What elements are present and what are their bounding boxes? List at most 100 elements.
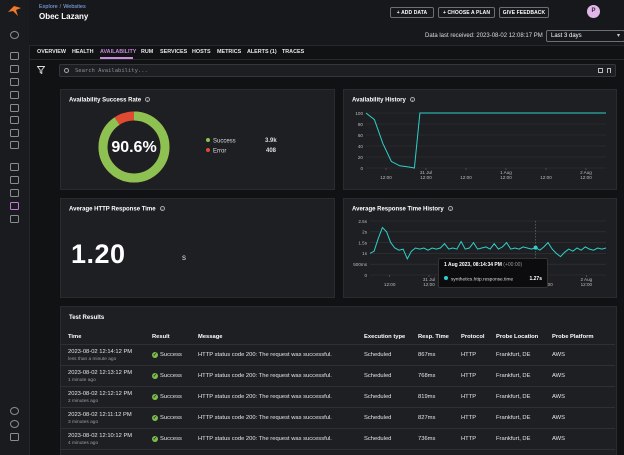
settings-nav-icon[interactable] [10, 141, 19, 149]
availability-history-chart: 10080604020012:0031 Jul12:00 12:001 Aug12… [355, 111, 606, 180]
dashboard-nav-icon[interactable] [10, 163, 19, 171]
donut-percent-label: 90.6% [111, 139, 156, 156]
table-header-row: Time Result Message Execution type Resp.… [60, 330, 615, 345]
resp-time-cell: 867ms [410, 344, 453, 366]
time-range-value: Last 3 days [551, 33, 582, 39]
table-row[interactable]: 2023-08-02 12:14:12 PM less than a minute… [60, 344, 615, 366]
location-cell: Frankfurt, DE [488, 386, 544, 408]
tab-availability[interactable]: AVAILABILITY [100, 49, 136, 55]
network-nav-icon[interactable] [10, 91, 19, 99]
add-data-button[interactable]: + ADD DATA [390, 7, 434, 18]
exec-type-cell: Scheduled [356, 407, 410, 429]
platform-cell: AWS [544, 428, 615, 450]
table-row[interactable]: 2023-08-02 12:10:12 PM 4 minutes ago ✓ Succ… [60, 428, 615, 450]
tab-alerts[interactable]: ALERTS (1) [247, 49, 277, 55]
platform-cell: AWS [544, 344, 615, 366]
time-range-select[interactable]: Last 3 days ▾ [546, 30, 624, 42]
websites-nav-icon[interactable] [10, 202, 19, 210]
time-cell: 2023-08-02 12:10:12 PM 4 minutes ago [60, 428, 144, 450]
x-tick-time: 12:00 [580, 175, 592, 180]
info-icon[interactable]: i [159, 206, 165, 212]
tab-hosts[interactable]: HOSTS [192, 49, 211, 55]
layers-nav-icon[interactable] [10, 104, 19, 112]
chart-tooltip: 1 Aug 2023, 08:14:34 PM (+00:00) synthet… [438, 258, 548, 288]
column-header[interactable]: Probe Location [488, 330, 544, 345]
y-tick-label: 20 [358, 155, 364, 160]
filter-icon[interactable] [37, 66, 45, 74]
check-circle-icon: ✓ [152, 352, 158, 359]
check-circle-icon: ✓ [152, 394, 158, 401]
give-feedback-button[interactable]: GIVE FEEDBACK [499, 7, 549, 18]
document-nav-icon[interactable] [10, 129, 19, 137]
x-tick-time: 12:00 [423, 282, 435, 287]
avg-http-unit: s [182, 253, 186, 262]
table-row[interactable]: 2023-08-02 12:12:12 PM 2 minutes ago ✓ Succ… [60, 386, 615, 408]
availability-rate-card: Availability Success Rate i 90.6% Success… [60, 89, 335, 190]
breadcrumb-explore[interactable]: Explore [39, 4, 58, 10]
tab-services[interactable]: SERVICES [160, 49, 187, 55]
message-cell: HTTP status code 200: The request was su… [190, 365, 356, 387]
bookmark-icon[interactable] [607, 68, 611, 73]
search-bar[interactable]: Search Availability... [59, 64, 616, 77]
tab-overview[interactable]: OVERVIEW [37, 49, 66, 55]
hover-point [533, 245, 538, 250]
alert-nav-icon[interactable] [10, 176, 19, 184]
tab-rum[interactable]: RUM [141, 49, 153, 55]
exec-type-cell: Scheduled [356, 428, 410, 450]
activity-nav-icon[interactable] [10, 215, 19, 223]
columns-icon[interactable] [598, 68, 603, 73]
app-logo-icon[interactable] [8, 6, 21, 16]
y-tick-label: 500ms [353, 262, 367, 267]
breadcrumb-websites[interactable]: Websites [63, 4, 86, 10]
help-icon[interactable] [10, 420, 19, 428]
legend-success-value: 3.9k [265, 138, 277, 144]
y-tick-label: 1s [362, 251, 368, 256]
resp-time-cell: 736ms [410, 428, 453, 450]
column-header[interactable]: Message [190, 330, 356, 345]
success-rate-donut: 90.6% [98, 111, 170, 183]
resp-time-cell: 768ms [410, 365, 453, 387]
exec-type-cell: Scheduled [356, 365, 410, 387]
location-cell: Frankfurt, DE [488, 428, 544, 450]
settings-bottom-icon[interactable] [10, 407, 19, 415]
resp-time-cell: 827ms [410, 407, 453, 429]
table-row[interactable]: 2023-08-02 12:11:12 PM 3 minutes ago ✓ Succ… [60, 407, 615, 429]
database-nav-icon[interactable] [10, 78, 19, 86]
protocol-cell: HTTP [453, 386, 488, 408]
list-nav-icon[interactable] [10, 189, 19, 197]
search-nav-icon[interactable] [10, 31, 19, 39]
terminal-nav-icon[interactable] [10, 65, 19, 73]
success-dot [206, 138, 210, 142]
availability-history-card: Availability History i 100 80 60 40 20 0 12:00 3… [343, 89, 617, 190]
home-nav-icon[interactable] [10, 52, 19, 60]
message-cell: HTTP status code 200: The request was su… [190, 386, 356, 408]
info-icon[interactable]: i [145, 97, 151, 103]
choose-plan-button[interactable]: + CHOOSE A PLAN [438, 7, 495, 18]
column-header[interactable]: Protocol [453, 330, 488, 345]
column-header[interactable]: Execution type [356, 330, 410, 345]
protocol-cell: HTTP [453, 428, 488, 450]
exec-type-cell: Scheduled [356, 386, 410, 408]
tab-health[interactable]: HEALTH [72, 49, 93, 55]
x-tick-time: 12:00 [540, 175, 552, 180]
result-cell: ✓ Success [144, 407, 190, 429]
column-header[interactable]: Probe Platform [544, 330, 615, 345]
resp-time-cell: 819ms [410, 386, 453, 408]
protocol-cell: HTTP [453, 344, 488, 366]
avg-http-card: Average HTTP Response Time i 1.20 s [60, 198, 335, 298]
x-tick-time: 12:00 [581, 282, 593, 287]
avatar[interactable]: P [587, 5, 600, 18]
x-tick-time: 12:00 [500, 175, 512, 180]
column-header[interactable]: Resp. Time [410, 330, 453, 345]
chat-icon[interactable] [10, 433, 19, 441]
x-tick-time: 12:00 [384, 282, 396, 287]
column-header[interactable]: Result [144, 330, 190, 345]
y-tick-label: 100 [355, 111, 363, 116]
platform-cell: AWS [544, 386, 615, 408]
result-cell: ✓ Success [144, 386, 190, 408]
table-row[interactable]: 2023-08-02 12:13:12 PM 1 minute ago ✓ Succe… [60, 365, 615, 387]
tab-traces[interactable]: TRACES [282, 49, 304, 55]
tab-metrics[interactable]: METRICS [217, 49, 241, 55]
column-header[interactable]: Time [60, 330, 144, 345]
grid-nav-icon[interactable] [10, 116, 19, 124]
